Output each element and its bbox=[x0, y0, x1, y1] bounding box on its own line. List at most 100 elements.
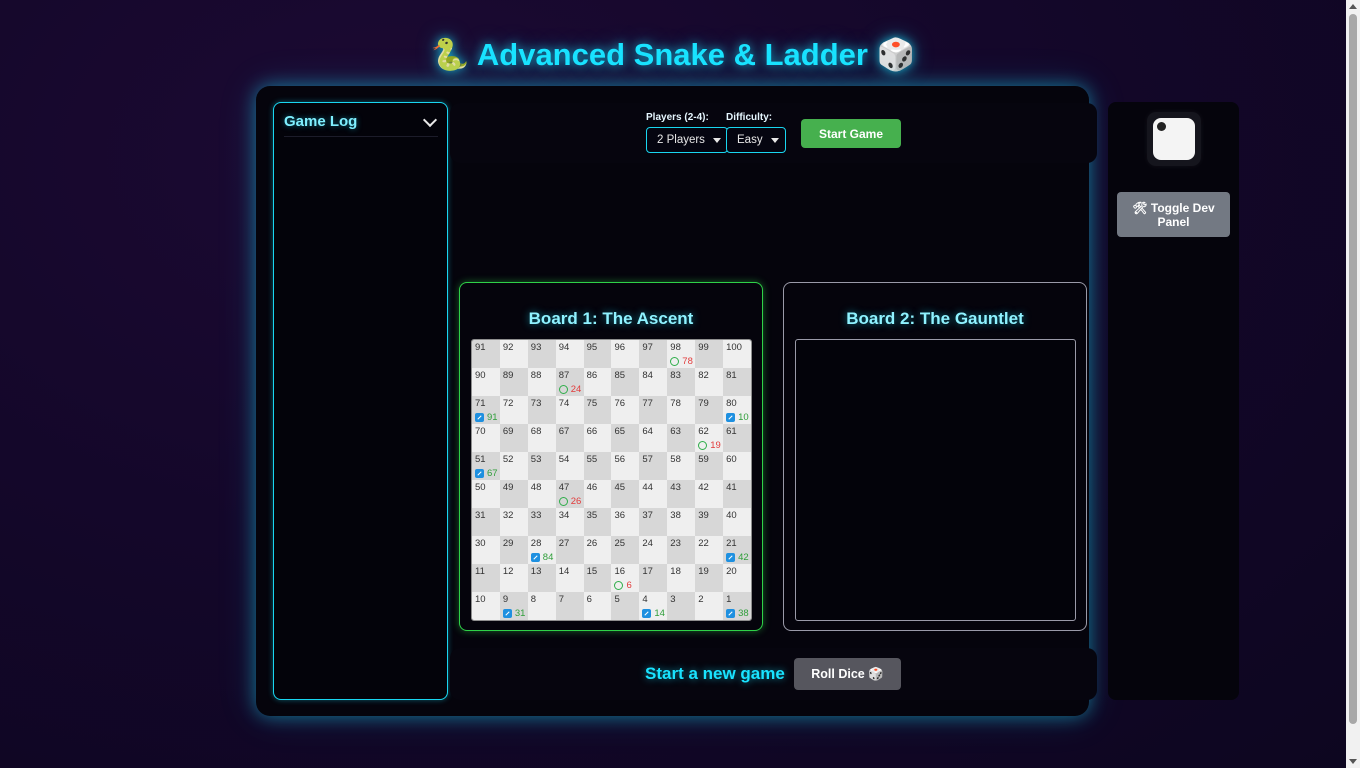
board-cell-62: 62 19 bbox=[695, 424, 724, 452]
board-cell-28: 28 84 bbox=[527, 536, 556, 564]
dice-pip bbox=[1157, 122, 1166, 131]
cell-number: 15 bbox=[586, 566, 598, 577]
ladder-icon bbox=[726, 608, 736, 618]
ladder-target: 10 bbox=[738, 411, 749, 423]
cell-number: 44 bbox=[642, 482, 653, 493]
difficulty-label: Difficulty: bbox=[726, 112, 773, 123]
players-label: Players (2-4): bbox=[646, 112, 709, 123]
board-cell-29: 29 bbox=[499, 536, 528, 564]
board-cell-42: 42 bbox=[695, 480, 724, 508]
board-cell-69: 69 bbox=[499, 424, 528, 452]
cell-number: 51 bbox=[475, 454, 486, 465]
cell-number: 8 bbox=[530, 594, 537, 605]
board-cell-26: 26 bbox=[583, 536, 612, 564]
cell-number: 68 bbox=[530, 426, 542, 437]
cell-number: 92 bbox=[502, 342, 514, 353]
snake-icon bbox=[670, 356, 680, 366]
players-select-value: 2 Players bbox=[657, 134, 705, 146]
snake-target: 19 bbox=[710, 439, 721, 451]
board-cell-46: 46 bbox=[583, 480, 612, 508]
page-title: 🐍 Advanced Snake & Ladder 🎲 bbox=[430, 37, 916, 72]
board-cell-37: 37 bbox=[639, 508, 668, 536]
board-cell-11: 11 bbox=[472, 564, 500, 592]
cell-number: 83 bbox=[670, 370, 681, 381]
board-cell-54: 54 bbox=[555, 452, 584, 480]
caret-down-icon bbox=[712, 138, 721, 143]
cell-number: 11 bbox=[475, 566, 485, 577]
board-cell-3: 3 bbox=[667, 592, 696, 620]
board-cell-45: 45 bbox=[611, 480, 640, 508]
ladder-icon bbox=[475, 468, 484, 478]
board-cell-93: 93 bbox=[527, 340, 556, 368]
cell-number: 64 bbox=[642, 426, 653, 437]
cell-number: 73 bbox=[530, 398, 542, 409]
board-cell-2: 2 bbox=[695, 592, 724, 620]
start-game-button[interactable]: Start Game bbox=[801, 119, 901, 148]
board-cell-49: 49 bbox=[499, 480, 528, 508]
cell-number: 26 bbox=[586, 538, 598, 549]
roll-dice-button[interactable]: Roll Dice 🎲 bbox=[794, 658, 901, 690]
cell-number: 41 bbox=[726, 482, 737, 493]
board-1-grid: 91 92 93 94 95 96 97 98 78 99 100 90 89 88 87 24 86 85 84 8… bbox=[471, 339, 752, 621]
cell-number: 87 bbox=[558, 370, 570, 381]
cell-number: 21 bbox=[726, 538, 737, 549]
players-select[interactable]: 2 Players bbox=[646, 127, 728, 153]
dice-display[interactable] bbox=[1147, 112, 1201, 166]
cell-number: 35 bbox=[586, 510, 598, 521]
scroll-up-arrow-icon[interactable] bbox=[1349, 4, 1357, 9]
board-cell-19: 19 bbox=[695, 564, 724, 592]
cell-number: 53 bbox=[530, 454, 542, 465]
board-cell-87: 87 24 bbox=[555, 368, 584, 396]
page-scrollbar[interactable] bbox=[1346, 0, 1360, 768]
board-cell-56: 56 bbox=[611, 452, 640, 480]
cell-number: 81 bbox=[726, 370, 737, 381]
board-cell-7: 7 bbox=[555, 592, 584, 620]
cell-number: 31 bbox=[475, 510, 486, 521]
cell-number: 13 bbox=[530, 566, 542, 577]
board-cell-99: 99 bbox=[695, 340, 724, 368]
board-cell-14: 14 bbox=[555, 564, 584, 592]
snake-marker: 6 bbox=[614, 579, 632, 591]
dice-face bbox=[1153, 118, 1195, 160]
cell-number: 14 bbox=[558, 566, 570, 577]
snake-icon bbox=[558, 384, 568, 394]
cell-number: 49 bbox=[502, 482, 514, 493]
board-cell-20: 20 bbox=[723, 564, 751, 592]
board-cell-38: 38 bbox=[667, 508, 696, 536]
scroll-thumb[interactable] bbox=[1349, 14, 1357, 724]
toggle-dev-panel-button[interactable]: 🛠 Toggle Dev Panel bbox=[1117, 192, 1230, 237]
snake-icon bbox=[614, 580, 624, 590]
ladder-target: 38 bbox=[738, 607, 749, 619]
ladder-marker: 14 bbox=[642, 608, 665, 619]
board-cell-40: 40 bbox=[723, 508, 751, 536]
cell-number: 20 bbox=[726, 566, 737, 577]
cell-number: 91 bbox=[475, 342, 486, 353]
board-cell-83: 83 bbox=[667, 368, 696, 396]
difficulty-control: Difficulty: Easy bbox=[726, 112, 786, 153]
cell-number: 2 bbox=[698, 594, 704, 605]
difficulty-select[interactable]: Easy bbox=[726, 127, 786, 153]
side-panel: 🛠 Toggle Dev Panel bbox=[1108, 102, 1239, 700]
board-2-grid bbox=[795, 339, 1076, 621]
snake-target: 78 bbox=[682, 355, 693, 367]
cell-number: 67 bbox=[558, 426, 570, 437]
game-log-header[interactable]: Game Log bbox=[284, 113, 438, 137]
cell-number: 12 bbox=[502, 566, 514, 577]
cell-number: 58 bbox=[670, 454, 681, 465]
cell-number: 100 bbox=[726, 342, 742, 353]
board-cell-13: 13 bbox=[527, 564, 556, 592]
difficulty-select-value: Easy bbox=[737, 134, 763, 146]
chevron-down-icon[interactable] bbox=[422, 114, 438, 130]
snake-target: 6 bbox=[626, 579, 632, 591]
board-cell-64: 64 bbox=[639, 424, 668, 452]
cell-number: 65 bbox=[614, 426, 626, 437]
cell-number: 88 bbox=[530, 370, 542, 381]
board-cell-31: 31 bbox=[472, 508, 500, 536]
scroll-down-arrow-icon[interactable] bbox=[1349, 759, 1357, 764]
board-cell-91: 91 bbox=[472, 340, 500, 368]
cell-number: 80 bbox=[726, 398, 737, 409]
board-cell-12: 12 bbox=[499, 564, 528, 592]
controls-bar: Players (2-4): 2 Players Difficulty: Eas… bbox=[450, 103, 1097, 163]
board-cell-84: 84 bbox=[639, 368, 668, 396]
cell-number: 9 bbox=[502, 594, 509, 605]
